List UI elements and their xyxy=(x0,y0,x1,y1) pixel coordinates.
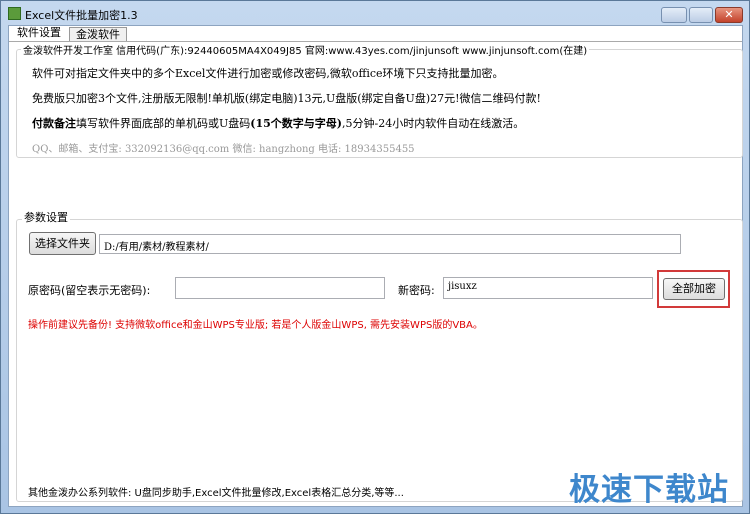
params-group-label: 参数设置 xyxy=(22,209,70,225)
warning-text: 操作前建议先备份! 支持微软office和金山WPS专业版; 若是个人版金山WP… xyxy=(28,320,483,331)
folder-path-input[interactable]: D:/有用/素材/教程素材/ xyxy=(99,234,681,254)
info-group-label: 金泼软件开发工作室 信用代码(广东):92440605MA4X049J85 官网… xyxy=(21,42,590,57)
minimize-button[interactable] xyxy=(661,7,687,23)
payment-note-bold: (15个数字与字母) xyxy=(250,117,342,130)
encrypt-all-button[interactable]: 全部加密 xyxy=(663,278,725,300)
new-password-input[interactable]: jisuxz xyxy=(443,277,653,299)
payment-note-text: 填写软件界面底部的单机码或U盘码 xyxy=(76,117,251,130)
close-button[interactable]: ✕ xyxy=(715,7,743,23)
window-title: Excel文件批量加密1.3 xyxy=(25,9,138,22)
new-password-label: 新密码: xyxy=(398,284,435,297)
watermark-logo: 极速下载站 xyxy=(569,472,729,508)
choose-folder-button[interactable]: 选择文件夹 xyxy=(29,232,96,255)
payment-note-tail: ,5分钟-24小时内软件自动在线激活。 xyxy=(342,117,525,130)
payment-note-label: 付款备注 xyxy=(32,117,76,130)
info-line-1: 软件可对指定文件夹中的多个Excel文件进行加密或修改密码,微软office环境… xyxy=(32,67,504,80)
contact-info: QQ、邮箱、支付宝: 332092136@qq.com 微信: hangzhon… xyxy=(32,144,415,155)
old-password-input[interactable] xyxy=(175,277,385,299)
tab-software-settings[interactable]: 软件设置 xyxy=(11,26,67,41)
maximize-button[interactable] xyxy=(689,7,713,23)
app-icon xyxy=(8,7,21,20)
info-line-3: 付款备注填写软件界面底部的单机码或U盘码(15个数字与字母),5分钟-24小时内… xyxy=(32,115,524,131)
client-area: 软件设置 金泼软件 金泼软件开发工作室 信用代码(广东):92440605MA4… xyxy=(8,25,743,507)
params-group xyxy=(16,219,743,502)
app-window: Excel文件批量加密1.3 ✕ 软件设置 金泼软件 金泼软件开发工作室 信用代… xyxy=(0,0,750,514)
tab-jinpo-software[interactable]: 金泼软件 xyxy=(69,27,127,42)
old-password-label: 原密码(留空表示无密码): xyxy=(28,284,151,297)
footer-text: 其他金泼办公系列软件: U盘同步助手,Excel文件批量修改,Excel表格汇总… xyxy=(28,488,404,499)
info-line-2: 免费版只加密3个文件,注册版无限制!单机版(绑定电脑)13元,U盘版(绑定自备U… xyxy=(32,92,541,105)
